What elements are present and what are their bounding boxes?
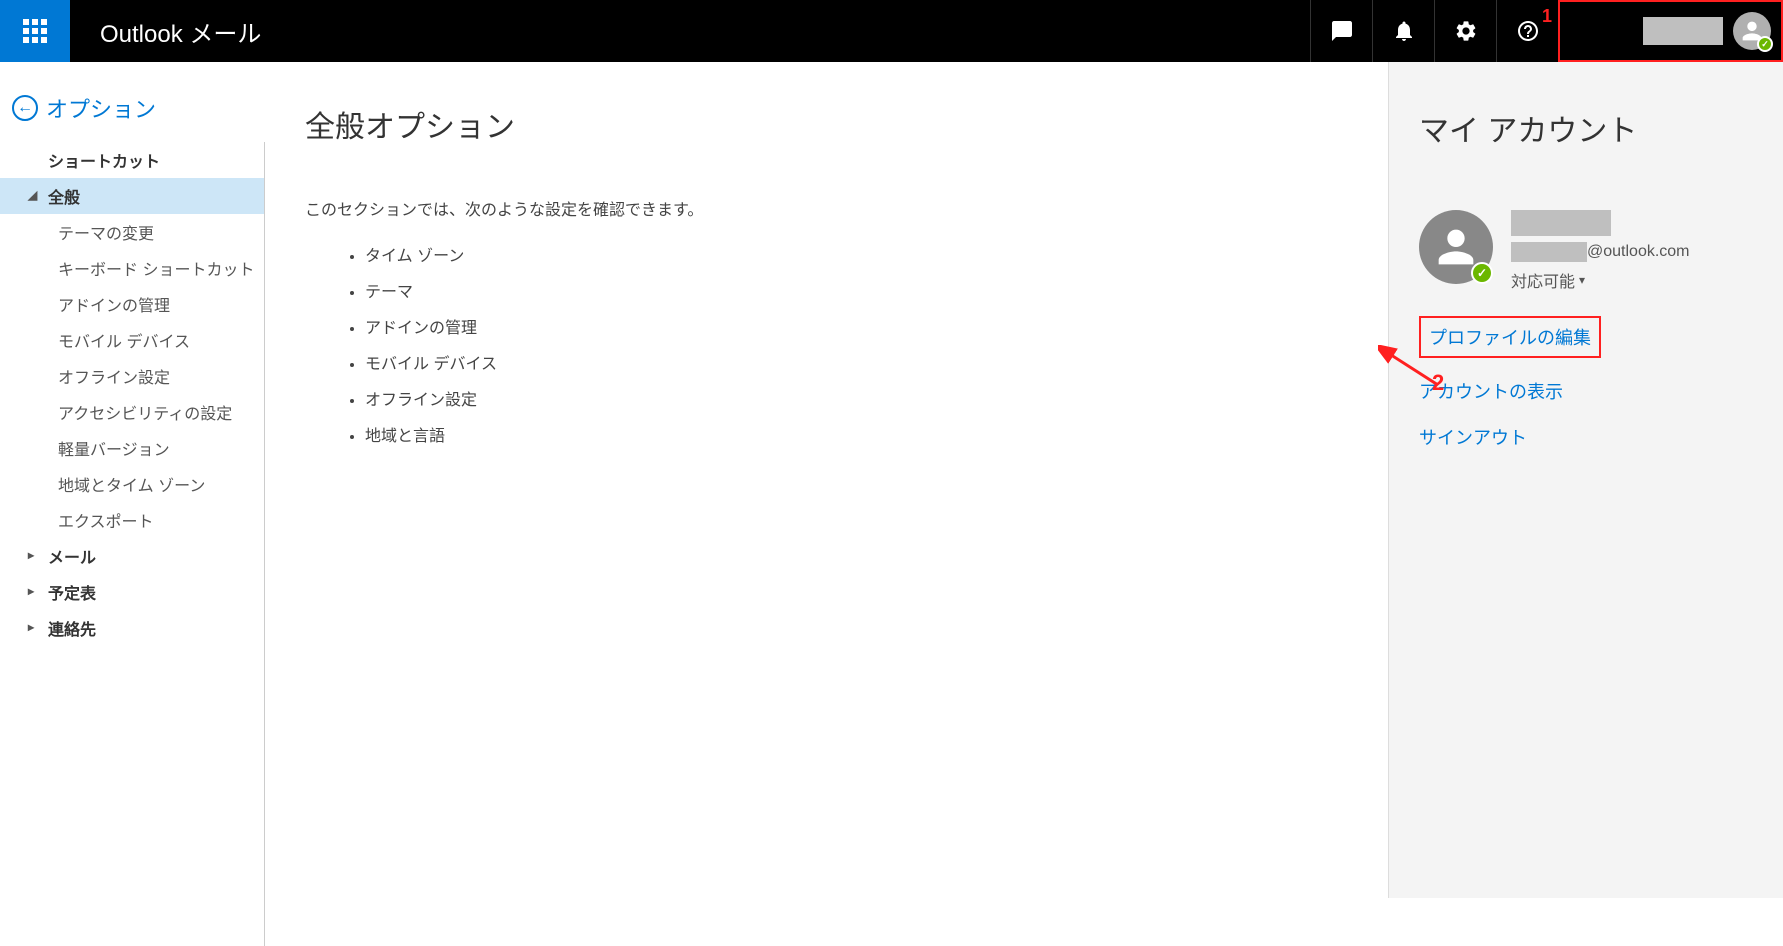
tree-item-region-timezone[interactable]: 地域とタイム ゾーン	[0, 466, 264, 502]
list-item: テーマ	[365, 272, 1348, 308]
panel-title: マイ アカウント	[1419, 106, 1753, 150]
list-item: 地域と言語	[365, 416, 1348, 452]
account-info: @outlook.com 対応可能	[1511, 210, 1690, 292]
list-item: モバイル デバイス	[365, 344, 1348, 380]
tree-item-accessibility[interactable]: アクセシビリティの設定	[0, 394, 264, 430]
tree-item-offline-settings[interactable]: オフライン設定	[0, 358, 264, 394]
chat-button[interactable]	[1310, 0, 1372, 62]
account-summary: @outlook.com 対応可能	[1419, 210, 1753, 292]
tree-item-calendar[interactable]: ▸予定表	[0, 574, 264, 610]
profile-name-redacted	[1643, 17, 1723, 45]
back-arrow-icon: ←	[12, 95, 38, 121]
options-tree: ショートカット ◢全般 テーマの変更 キーボード ショートカット アドインの管理…	[0, 142, 265, 946]
tree-item-mail[interactable]: ▸メール	[0, 538, 264, 574]
left-column: ← オプション ショートカット ◢全般 テーマの変更 キーボード ショートカット…	[0, 62, 265, 898]
presence-indicator	[1757, 36, 1773, 52]
back-to-options[interactable]: ← オプション	[0, 92, 265, 124]
account-links: プロファイルの編集 アカウントの表示 サインアウト	[1419, 316, 1753, 450]
main-content: 全般オプション このセクションでは、次のような設定を確認できます。 タイム ゾー…	[265, 62, 1388, 898]
list-item: タイム ゾーン	[365, 236, 1348, 272]
tree-item-general[interactable]: ◢全般	[0, 178, 264, 214]
email-domain: @outlook.com	[1587, 243, 1690, 261]
view-account-link[interactable]: アカウントの表示	[1419, 378, 1753, 404]
back-label: オプション	[46, 92, 156, 124]
caret-right-icon: ▸	[28, 548, 34, 562]
tree-item-addin-management[interactable]: アドインの管理	[0, 286, 264, 322]
list-item: オフライン設定	[365, 380, 1348, 416]
settings-button[interactable]	[1434, 0, 1496, 62]
tree-item-mobile-devices[interactable]: モバイル デバイス	[0, 322, 264, 358]
page-title: 全般オプション	[305, 102, 1348, 146]
tree-item-contacts[interactable]: ▸連絡先	[0, 610, 264, 646]
account-email: @outlook.com	[1511, 242, 1690, 262]
caret-right-icon: ▸	[28, 620, 34, 634]
profile-menu-button[interactable]	[1558, 0, 1783, 62]
my-account-panel: マイ アカウント @outlook.com 対応可能 プロファイルの編集 アカウ…	[1388, 62, 1783, 898]
waffle-icon	[23, 19, 47, 43]
tree-item-change-theme[interactable]: テーマの変更	[0, 214, 264, 250]
bell-icon	[1392, 19, 1416, 43]
status-label: 対応可能	[1511, 268, 1575, 292]
avatar-large[interactable]	[1419, 210, 1493, 284]
annotation-1-label: 1	[1542, 6, 1552, 27]
sign-out-link[interactable]: サインアウト	[1419, 424, 1753, 450]
settings-list: タイム ゾーン テーマ アドインの管理 モバイル デバイス オフライン設定 地域…	[305, 236, 1348, 452]
edit-profile-link[interactable]: プロファイルの編集	[1419, 316, 1601, 358]
topbar-actions: 1	[1310, 0, 1783, 62]
chat-icon	[1330, 19, 1354, 43]
help-icon	[1516, 19, 1540, 43]
account-name-redacted	[1511, 210, 1611, 236]
body: ← オプション ショートカット ◢全般 テーマの変更 キーボード ショートカット…	[0, 62, 1783, 898]
caret-down-icon: ◢	[28, 188, 37, 202]
top-bar: Outlook メール 1	[0, 0, 1783, 62]
list-item: アドインの管理	[365, 308, 1348, 344]
notifications-button[interactable]	[1372, 0, 1434, 62]
tree-item-keyboard-shortcuts[interactable]: キーボード ショートカット	[0, 250, 264, 286]
app-launcher-button[interactable]	[0, 0, 70, 62]
presence-indicator	[1471, 262, 1493, 284]
gear-icon	[1454, 19, 1478, 43]
tree-item-export[interactable]: エクスポート	[0, 502, 264, 538]
tree-item-light-version[interactable]: 軽量バージョン	[0, 430, 264, 466]
presence-status-dropdown[interactable]: 対応可能	[1511, 268, 1690, 292]
avatar-small	[1733, 12, 1771, 50]
caret-right-icon: ▸	[28, 584, 34, 598]
page-description: このセクションでは、次のような設定を確認できます。	[305, 196, 1348, 220]
email-local-redacted	[1511, 242, 1587, 262]
app-title: Outlook メール	[100, 14, 1310, 49]
tree-item-shortcuts[interactable]: ショートカット	[0, 142, 264, 178]
help-button[interactable]: 1	[1496, 0, 1558, 62]
